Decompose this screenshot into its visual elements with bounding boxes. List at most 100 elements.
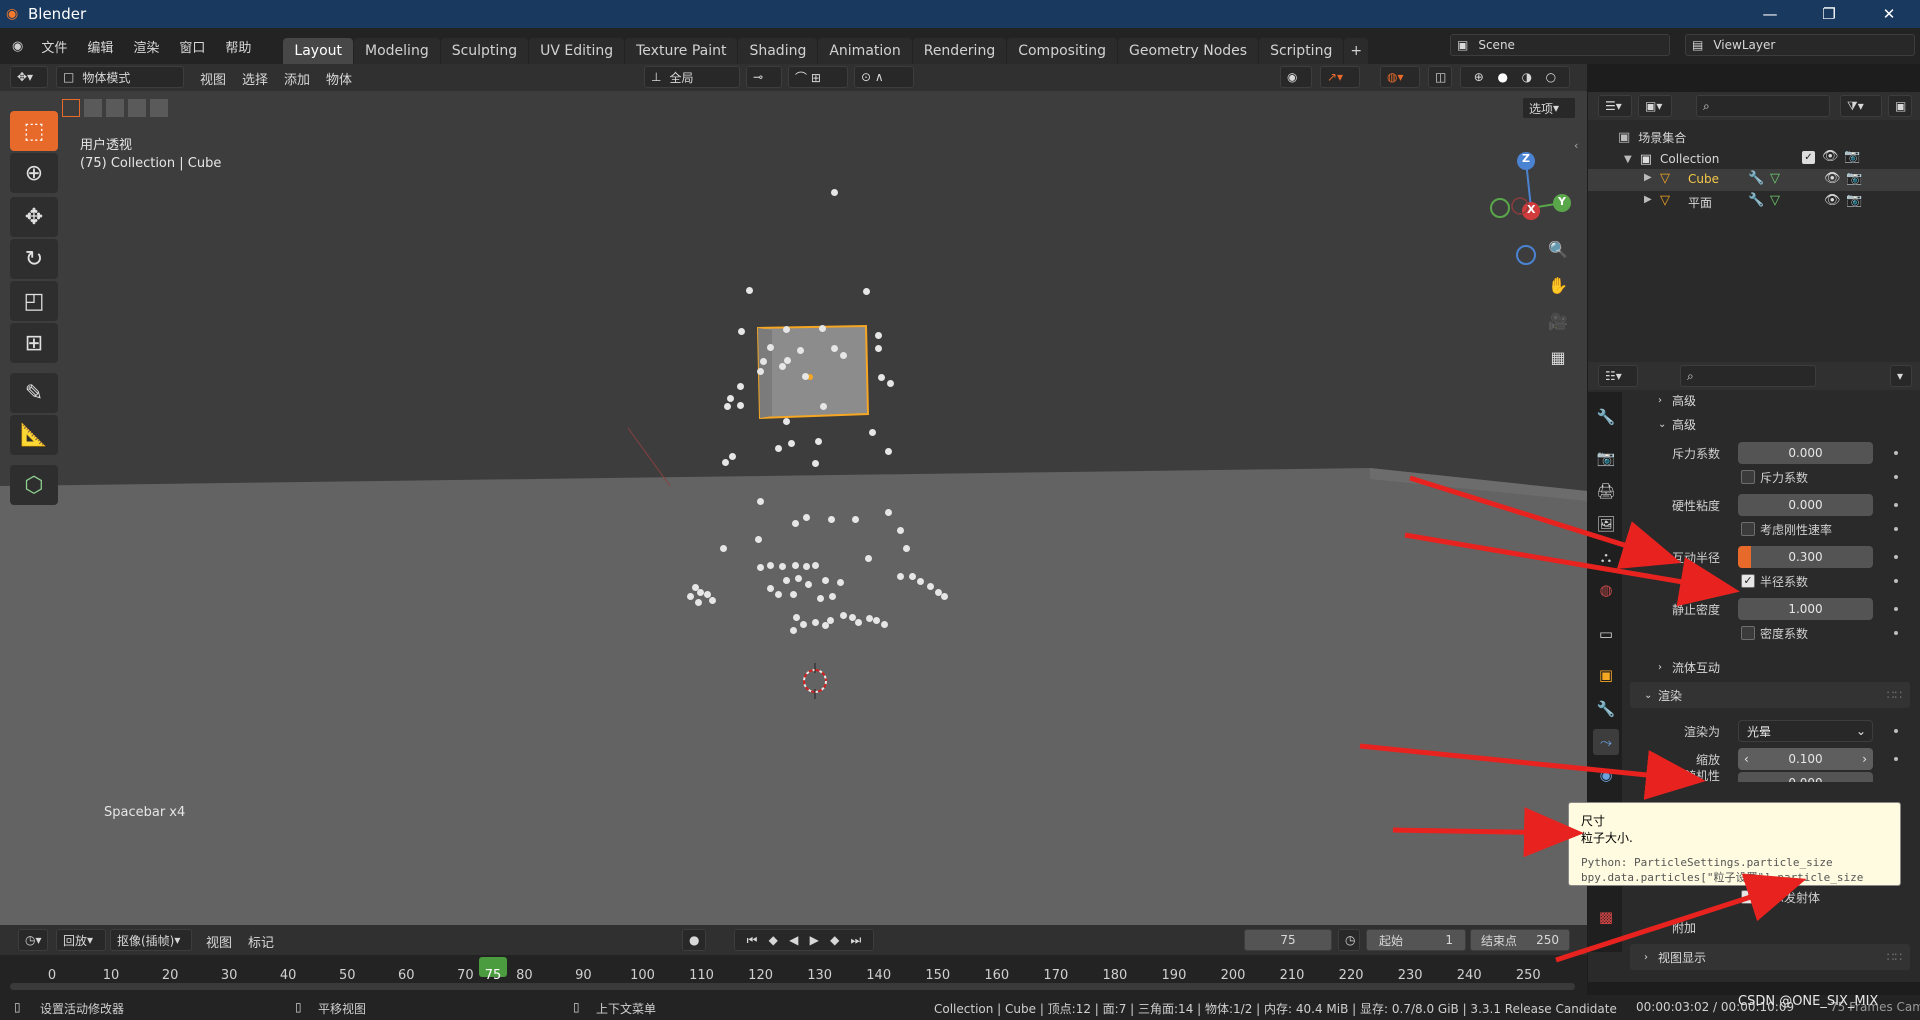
render-tab-icon[interactable]: 📷 xyxy=(1593,445,1619,471)
rest-density-field[interactable]: 1.000 xyxy=(1738,598,1873,620)
menu-file[interactable]: 文件 xyxy=(31,37,77,56)
world-tab-icon[interactable]: ◍ xyxy=(1593,577,1619,603)
shading-mode-selector[interactable]: ⊕ ● ◑ ○ xyxy=(1460,66,1570,88)
menu-window[interactable]: 窗口 xyxy=(169,37,215,56)
tab-layout[interactable]: Layout xyxy=(283,38,354,64)
section-advanced-collapsed[interactable]: › 高级 xyxy=(1588,387,1920,413)
gizmo-toggle[interactable]: ↗▾ xyxy=(1320,66,1360,88)
particles-tab-icon[interactable]: ⤳ xyxy=(1593,729,1619,755)
repulsion-field[interactable]: 0.000 xyxy=(1738,442,1873,464)
drag-handle-icon[interactable]: ∷∷ xyxy=(1887,950,1902,964)
properties-search-input[interactable]: ⌕ xyxy=(1680,365,1816,387)
solid-shading-icon[interactable]: ● xyxy=(1497,70,1507,84)
texture-tab-icon[interactable]: ▩ xyxy=(1593,904,1619,930)
viewport-menu-view[interactable]: 视图 xyxy=(200,69,226,88)
visibility-selector[interactable]: ◉ xyxy=(1280,66,1312,88)
render-as-dropdown[interactable]: 光晕 ⌄ xyxy=(1738,720,1873,742)
transform-tool-icon[interactable]: ⊞ xyxy=(10,323,58,363)
select-box-tool-icon[interactable]: ⬚ xyxy=(10,111,58,151)
keyframe-dot[interactable] xyxy=(1894,555,1898,559)
modifier-tab-icon[interactable]: 🔧 xyxy=(1593,696,1619,722)
cube-modifier-icon[interactable]: 🔧 xyxy=(1748,171,1764,186)
section-render[interactable]: ⌄ 渲染 ∷∷ xyxy=(1630,682,1910,708)
timeline-scrollbar[interactable] xyxy=(10,983,1575,990)
viewport-menu-object[interactable]: 物体 xyxy=(326,69,352,88)
maximize-button[interactable]: ❐ xyxy=(1806,0,1852,28)
scale-tool-icon[interactable]: ◰ xyxy=(10,281,58,321)
stiff-viscosity-field[interactable]: 0.000 xyxy=(1738,494,1873,516)
tab-scripting[interactable]: Scripting xyxy=(1259,38,1344,64)
keyframe-dot[interactable] xyxy=(1894,527,1898,531)
density-factor-checkbox[interactable] xyxy=(1741,626,1755,640)
3d-viewport[interactable]: ⬚ ⊕ ✥ ↻ ◰ ⊞ ✎ 📐 ⬡ 用户透视 (75) Collection |… xyxy=(0,91,1587,925)
view-layer-tab-icon[interactable]: 🖼 xyxy=(1593,511,1619,537)
cube-render-icon[interactable]: 📷 xyxy=(1846,171,1862,186)
zoom-icon[interactable]: 🔍 xyxy=(1542,233,1574,265)
viewport-menu-add[interactable]: 添加 xyxy=(284,69,310,88)
keyframe-dot[interactable] xyxy=(1894,503,1898,507)
rotate-tool-icon[interactable]: ↻ xyxy=(10,239,58,279)
tab-compositing[interactable]: Compositing xyxy=(1007,38,1117,64)
mode-selector[interactable]: □ 物体模式 xyxy=(56,66,184,88)
plane-visibility-icon[interactable]: 👁 xyxy=(1824,193,1841,208)
select-extend-icon[interactable] xyxy=(84,99,102,117)
plane-expand-icon[interactable]: ▶ xyxy=(1644,194,1652,205)
tab-texture-paint[interactable]: Texture Paint xyxy=(625,38,738,64)
output-tab-icon[interactable]: 🖨 xyxy=(1593,478,1619,504)
move-tool-icon[interactable]: ✥ xyxy=(10,197,58,237)
measure-tool-icon[interactable]: 📐 xyxy=(10,415,58,455)
scale-random-field[interactable]: 0.000 xyxy=(1738,772,1873,782)
collection-tab-icon[interactable]: ▭ xyxy=(1593,621,1619,647)
pan-hand-icon[interactable]: ✋ xyxy=(1542,269,1574,301)
show-emitter-checkbox[interactable]: ✓ xyxy=(1741,890,1755,904)
wireframe-shading-icon[interactable]: ⊕ xyxy=(1474,70,1484,84)
scene-tab-icon[interactable]: ⛬ xyxy=(1593,544,1619,570)
tab-modeling[interactable]: Modeling xyxy=(354,38,440,64)
select-invert-icon[interactable] xyxy=(128,99,146,117)
outliner-filter-button[interactable]: ⧩▾ xyxy=(1840,95,1882,117)
physics-tab-icon[interactable]: ◉ xyxy=(1593,762,1619,788)
editor-type-button[interactable]: ✥▾ xyxy=(10,66,48,88)
tab-sculpting[interactable]: Sculpting xyxy=(440,38,529,64)
object-tab-icon[interactable]: ▣ xyxy=(1593,662,1619,688)
minimize-button[interactable]: — xyxy=(1747,0,1793,28)
properties-editor-type[interactable]: ☷▾ xyxy=(1598,365,1638,387)
menu-render[interactable]: 渲染 xyxy=(123,37,169,56)
outliner-display-mode[interactable]: ▣▾ xyxy=(1638,95,1672,117)
collection-expand-icon[interactable]: ▼ xyxy=(1624,154,1632,165)
transform-orientation-selector[interactable]: ⊥ 全局 xyxy=(644,66,740,88)
collection-visibility-icon[interactable]: 👁 xyxy=(1822,149,1839,164)
keyframe-dot[interactable] xyxy=(1894,451,1898,455)
repulsion-checkbox[interactable] xyxy=(1741,470,1755,484)
keyframe-dot[interactable] xyxy=(1894,729,1898,733)
rendered-shading-icon[interactable]: ○ xyxy=(1546,70,1556,84)
plane-mesh-data-icon[interactable]: ▽ xyxy=(1770,193,1780,208)
menu-help[interactable]: 帮助 xyxy=(215,37,261,56)
tool-settings-tab-icon[interactable]: 🔧 xyxy=(1593,404,1619,430)
consider-stiff-checkbox[interactable] xyxy=(1741,522,1755,536)
collection-exclude-checkbox[interactable]: ✓ xyxy=(1802,151,1815,164)
cube-mesh-data-icon[interactable]: ▽ xyxy=(1770,171,1780,186)
annotate-tool-icon[interactable]: ✎ xyxy=(10,373,58,413)
snap-selector[interactable]: ⌒ ⊞ xyxy=(788,66,848,88)
overlay-toggle[interactable]: ◍▾ xyxy=(1380,66,1420,88)
select-new-icon[interactable] xyxy=(62,99,80,117)
outliner-item-plane[interactable]: ▶ ▽ 平面 🔧 ▽ 👁 📷 xyxy=(1588,191,1920,213)
add-workspace-button[interactable]: + xyxy=(1344,38,1369,64)
cursor-tool-icon[interactable]: ⊕ xyxy=(10,153,58,193)
blender-menu-icon[interactable]: ◉ xyxy=(0,39,31,54)
section-viewport-display[interactable]: › 视图显示 ∷∷ xyxy=(1630,944,1910,970)
material-shading-icon[interactable]: ◑ xyxy=(1522,70,1532,84)
drag-handle-icon[interactable]: ∷∷ xyxy=(1887,688,1902,702)
close-button[interactable]: ✕ xyxy=(1866,0,1912,28)
radius-factor-checkbox[interactable]: ✓ xyxy=(1741,574,1755,588)
plane-modifier-icon[interactable]: 🔧 xyxy=(1748,193,1764,208)
outliner-item-cube[interactable]: ▶ ▽ Cube 🔧 ▽ 👁 📷 xyxy=(1588,169,1920,191)
keyframe-dot[interactable] xyxy=(1894,579,1898,583)
select-intersect-icon[interactable] xyxy=(150,99,168,117)
keyframe-dot[interactable] xyxy=(1894,757,1898,761)
proportional-edit-selector[interactable]: ⊙ ∧ xyxy=(854,66,914,88)
perspective-grid-icon[interactable]: ▦ xyxy=(1542,341,1574,373)
tab-shading[interactable]: Shading xyxy=(738,38,818,64)
keyframe-dot[interactable] xyxy=(1894,631,1898,635)
